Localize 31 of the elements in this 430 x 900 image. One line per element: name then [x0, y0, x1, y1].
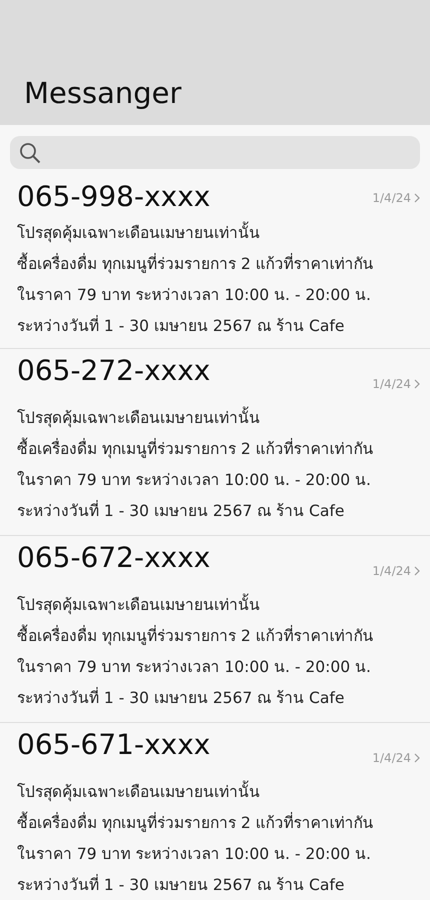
- message-text: ระหว่างวันที่ 1 - 30 เมษายน 2567 ณ ร้าน Cafe: [17, 686, 346, 709]
- message-date: 1/4/24: [372, 376, 411, 393]
- message-date: 1/4/24: [372, 750, 411, 767]
- message-text: ซื้อเครื่องดื่ม ทุกเมนูที่ร่วมรายการ 2 แก้วที่ราคาเท่ากัน: [17, 808, 420, 839]
- message-text: ซื้อเครื่องดื่ม ทุกเมนูที่ร่วมรายการ 2 แก้วที่ราคาเท่ากัน: [17, 249, 420, 280]
- message-text: โปรสุดคุ้มเฉพาะเดือนเมษายนเท่านั้น: [17, 590, 420, 621]
- message-text: ระหว่างวันที่ 1 - 30 เมษายน 2567 ณ ร้าน Cafe: [17, 314, 346, 337]
- message-text: ในราคา 79 บาท ระหว่างเวลา 10:00 น. - 20:00 น.: [17, 285, 372, 306]
- message-text: ระหว่างวันที่ 1 - 30 เมษายน 2567 ณ ร้าน Cafe: [17, 873, 346, 896]
- message-text: โปรสุดคุ้มเฉพาะเดือนเมษายนเท่านั้น: [17, 777, 420, 808]
- message-text: ในราคา 79 บาท ระหว่างเวลา 10:00 น. - 20:00 น.: [17, 657, 372, 678]
- chevron-icon: [414, 193, 420, 203]
- page-title: Messanger: [24, 76, 182, 111]
- sender-number: 065-672-xxxx: [17, 540, 210, 575]
- chevron-icon: [414, 379, 420, 389]
- message-text: ระหว่างวันที่ 1 - 30 เมษายน 2567 ณ ร้าน Cafe: [17, 499, 346, 522]
- message-date: 1/4/24: [372, 190, 411, 207]
- message-text: โปรสุดคุ้มเฉพาะเดือนเมษายนเท่านั้น: [17, 403, 420, 434]
- message-text: ซื้อเครื่องดื่ม ทุกเมนูที่ร่วมรายการ 2 แก้วที่ราคาเท่ากัน: [17, 621, 420, 652]
- message-text: โปรสุดคุ้มเฉพาะเดือนเมษายนเท่านั้น: [17, 218, 420, 249]
- message-text: ในราคา 79 บาท ระหว่างเวลา 10:00 น. - 20:00 น.: [17, 470, 372, 491]
- message-date: 1/4/24: [372, 563, 411, 580]
- message-text: ในราคา 79 บาท ระหว่างเวลา 10:00 น. - 20:00 น.: [17, 844, 372, 865]
- message-text: ซื้อเครื่องดื่ม ทุกเมนูที่ร่วมรายการ 2 แก้วที่ราคาเท่ากัน: [17, 434, 420, 465]
- sender-number: 065-272-xxxx: [17, 353, 210, 388]
- sender-number: 065-671-xxxx: [17, 727, 210, 762]
- search-icon: [19, 142, 41, 164]
- chevron-icon: [414, 566, 420, 576]
- search-field[interactable]: [10, 136, 420, 169]
- sender-number: 065-998-xxxx: [17, 179, 210, 214]
- chevron-icon: [414, 753, 420, 763]
